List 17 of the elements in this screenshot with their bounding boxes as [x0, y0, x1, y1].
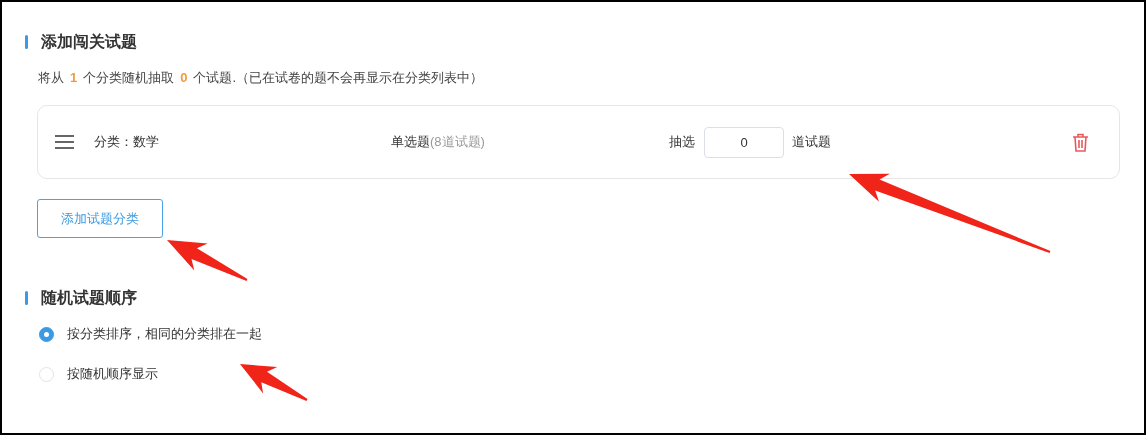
pick-count-input[interactable]: 0 — [704, 126, 784, 158]
radio-label: 按分类排序，相同的分类排在一起 — [67, 325, 262, 344]
section-title: 随机试题顺序 — [41, 288, 137, 308]
question-count: (8道试题) — [430, 133, 486, 152]
radio-button[interactable] — [39, 326, 54, 342]
trash-icon[interactable] — [1072, 132, 1089, 152]
summary-text: 将从 1 个分类随机抽取 0 个试题.（已在试卷的题不会再显示在分类列表中） — [38, 69, 484, 88]
section-title: 添加闯关试题 — [41, 32, 137, 52]
category-name: 分类：数学 — [94, 133, 160, 152]
section-marker — [25, 35, 28, 49]
menu-icon[interactable] — [55, 135, 74, 149]
annotation-arrow — [240, 364, 308, 401]
pick-label: 抽选 — [669, 133, 695, 152]
radio-label: 按随机顺序显示 — [67, 365, 158, 384]
pick-unit: 道试题 — [792, 133, 831, 152]
question-type: 单选题 — [391, 133, 430, 152]
section-marker — [25, 291, 28, 305]
